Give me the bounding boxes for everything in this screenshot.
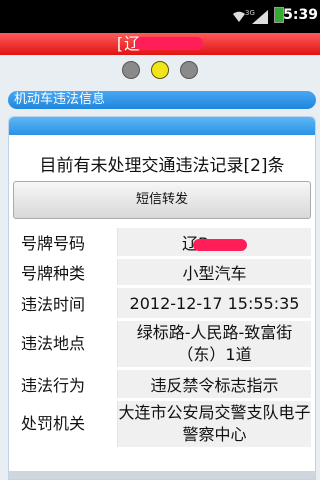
- page-dot-2-active[interactable]: [151, 61, 169, 79]
- sms-forward-button[interactable]: 短信转发: [13, 181, 311, 219]
- status-bar: 3G 5:39: [0, 0, 320, 33]
- section-header: 机动车违法信息: [8, 91, 316, 109]
- plate-number-value: 辽B: [118, 228, 311, 256]
- violation-act-value: 违反禁令标志指示: [118, 370, 311, 398]
- violation-location-value: 绿标路-人民路-致富街（东）1道: [118, 321, 311, 367]
- network-type: 3G: [245, 9, 255, 17]
- card-header-bar: [9, 117, 315, 135]
- field-label: 号牌号码: [13, 228, 118, 256]
- table-row: 处罚机关 大连市公安局交警支队电子警察中心: [13, 401, 311, 447]
- card-footer: [9, 471, 315, 479]
- plate-type-value: 小型汽车: [118, 259, 311, 285]
- violation-table: 号牌号码 辽B 号牌种类 小型汽车 违法时间 2012-12-17 15:55:…: [13, 225, 311, 450]
- violation-time-value: 2012-12-17 15:55:35: [118, 288, 311, 318]
- app-title-bar: [辽B: [0, 33, 320, 55]
- redaction-mask: [192, 238, 247, 251]
- violation-notice: 目前有未处理交通违法记录[2]条: [39, 156, 285, 176]
- field-label: 违法地点: [13, 321, 118, 367]
- signal-icon: 3G: [245, 9, 268, 24]
- status-time: 5:39: [283, 7, 318, 23]
- page-indicator: [0, 61, 320, 83]
- wifi-icon: [233, 11, 245, 22]
- field-label: 号牌种类: [13, 259, 118, 285]
- table-row: 违法行为 违反禁令标志指示: [13, 370, 311, 398]
- redaction-mask: [135, 37, 204, 50]
- field-label: 处罚机关: [13, 401, 118, 447]
- field-label: 违法时间: [13, 288, 118, 318]
- table-row: 违法地点 绿标路-人民路-致富街（东）1道: [13, 321, 311, 367]
- authority-value: 大连市公安局交警支队电子警察中心: [118, 401, 311, 447]
- table-row: 号牌种类 小型汽车: [13, 259, 311, 285]
- page-dot-3[interactable]: [180, 61, 199, 79]
- table-row: 号牌号码 辽B: [13, 228, 311, 256]
- page-dot-1[interactable]: [121, 61, 140, 79]
- status-icons: 3G: [232, 7, 284, 24]
- violation-card: 目前有未处理交通违法记录[2]条 短信转发 号牌号码 辽B 号牌种类 小型汽车 …: [8, 116, 316, 480]
- table-row: 违法时间 2012-12-17 15:55:35: [13, 288, 311, 318]
- field-label: 违法行为: [13, 370, 118, 398]
